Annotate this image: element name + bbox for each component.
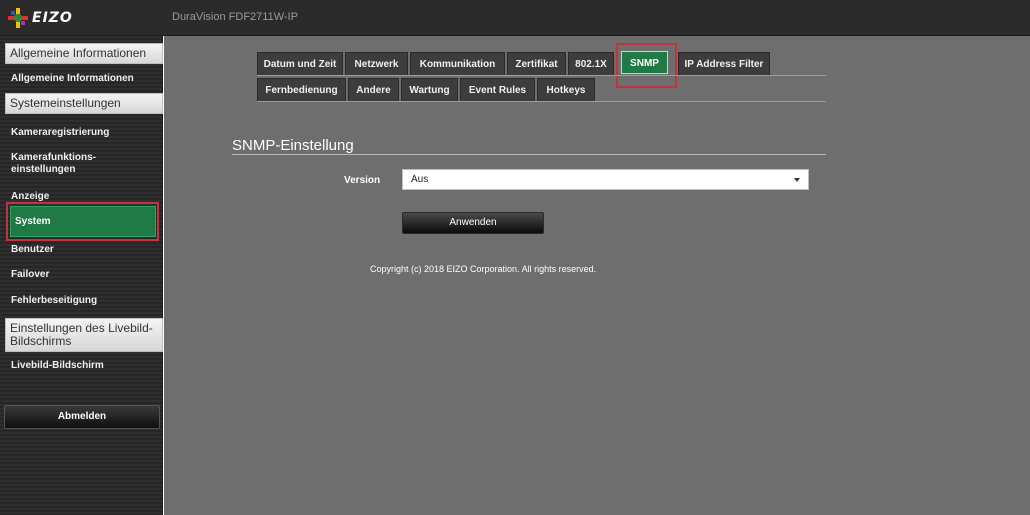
brand-name: EIZO bbox=[32, 10, 73, 26]
sidebar-item-users[interactable]: Benutzer bbox=[11, 244, 54, 256]
version-label: Version bbox=[344, 175, 381, 186]
sidebar-section-general[interactable]: Allgemeine Informationen bbox=[5, 43, 163, 64]
version-select[interactable]: Aus bbox=[402, 169, 809, 190]
eizo-logo-icon bbox=[8, 8, 28, 28]
tab-remote-control[interactable]: Fernbedienung bbox=[257, 78, 346, 101]
sidebar-item-general-info[interactable]: Allgemeine Informationen bbox=[11, 73, 134, 85]
tab-date-time[interactable]: Datum und Zeit bbox=[257, 52, 343, 75]
sidebar: Allgemeine Informationen Allgemeine Info… bbox=[0, 36, 163, 515]
tab-row-divider bbox=[257, 75, 826, 76]
sidebar-section-live-view-settings[interactable]: Einstellungen des Livebild-Bildschirms bbox=[5, 318, 163, 352]
section-divider bbox=[232, 154, 826, 155]
tab-snmp[interactable]: SNMP bbox=[621, 51, 668, 74]
tab-network[interactable]: Netzwerk bbox=[345, 52, 408, 75]
sidebar-item-failover[interactable]: Failover bbox=[11, 269, 49, 281]
tab-ip-address-filter[interactable]: IP Address Filter bbox=[678, 52, 770, 75]
main-content: Datum und Zeit Netzwerk Kommunikation Ze… bbox=[164, 36, 1030, 515]
sidebar-item-system[interactable]: System bbox=[10, 206, 156, 237]
logout-button[interactable]: Abmelden bbox=[4, 405, 160, 429]
tab-8021x[interactable]: 802.1X bbox=[568, 52, 614, 75]
tab-event-rules[interactable]: Event Rules bbox=[460, 78, 535, 101]
tab-maintenance[interactable]: Wartung bbox=[401, 78, 458, 101]
eizo-logo: EIZO bbox=[8, 7, 158, 29]
tab-other[interactable]: Andere bbox=[348, 78, 399, 101]
sidebar-item-camera-registration[interactable]: Kameraregistrierung bbox=[11, 127, 109, 139]
section-title: SNMP-Einstellung bbox=[232, 137, 354, 154]
top-header: EIZO DuraVision FDF2711W-IP bbox=[0, 0, 1030, 36]
apply-button[interactable]: Anwenden bbox=[402, 212, 544, 234]
copyright-text: Copyright (c) 2018 EIZO Corporation. All… bbox=[370, 264, 597, 274]
sidebar-item-camera-function-settings[interactable]: Kamerafunktions- einstellungen bbox=[11, 152, 96, 176]
sidebar-item-display[interactable]: Anzeige bbox=[11, 191, 49, 203]
tab-communication[interactable]: Kommunikation bbox=[410, 52, 505, 75]
sidebar-section-system-settings[interactable]: Systemeinstellungen bbox=[5, 93, 163, 114]
tab-certificate[interactable]: Zertifikat bbox=[507, 52, 566, 75]
tab-row-divider-2 bbox=[257, 101, 826, 102]
version-select-value: Aus bbox=[411, 174, 429, 185]
model-name: DuraVision FDF2711W-IP bbox=[172, 11, 298, 23]
sidebar-item-troubleshooting[interactable]: Fehlerbeseitigung bbox=[11, 295, 97, 307]
sidebar-item-live-view[interactable]: Livebild-Bildschirm bbox=[11, 360, 104, 372]
tab-hotkeys[interactable]: Hotkeys bbox=[537, 78, 595, 101]
chevron-down-icon bbox=[794, 178, 800, 182]
